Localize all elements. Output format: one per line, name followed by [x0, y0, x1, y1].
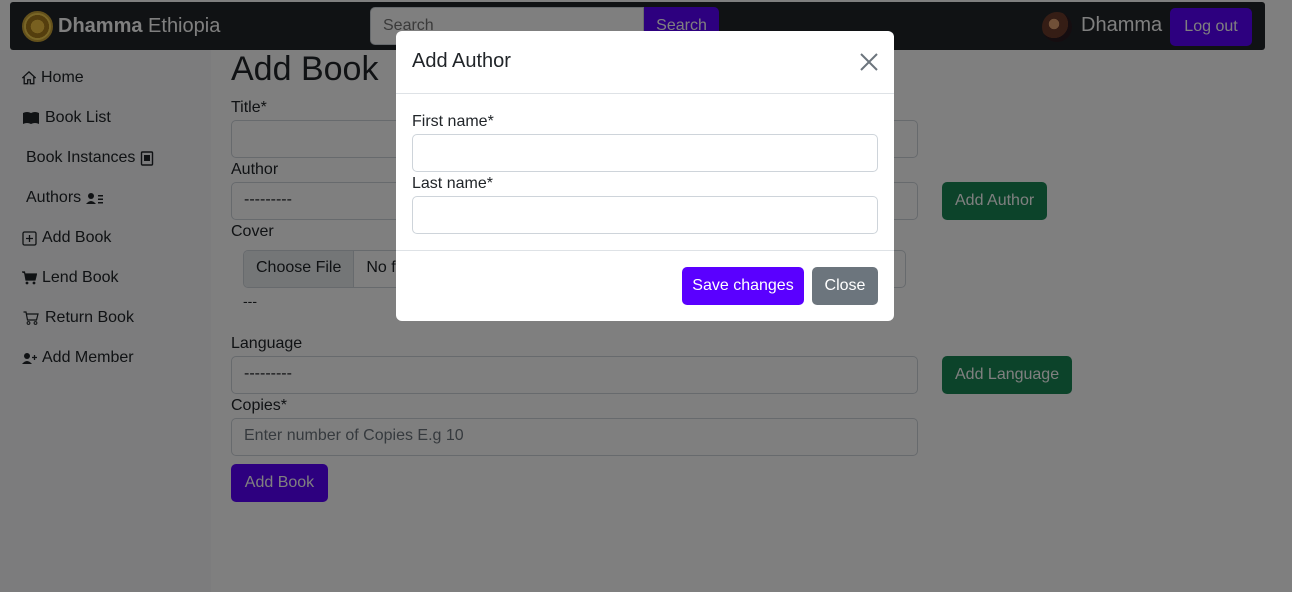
modal-header: Add Author [396, 31, 894, 94]
first-name-label: First name* [412, 113, 494, 130]
modal-footer: Save changes Close [396, 250, 894, 321]
close-button[interactable]: Close [812, 267, 878, 305]
modal-title: Add Author [412, 50, 511, 72]
first-name-input[interactable] [412, 134, 878, 172]
last-name-input[interactable] [412, 196, 878, 234]
close-icon[interactable] [858, 51, 880, 73]
last-name-label: Last name* [412, 175, 493, 192]
save-changes-button[interactable]: Save changes [682, 267, 804, 305]
add-author-modal: Add Author First name* Last name* Save c… [396, 31, 894, 321]
